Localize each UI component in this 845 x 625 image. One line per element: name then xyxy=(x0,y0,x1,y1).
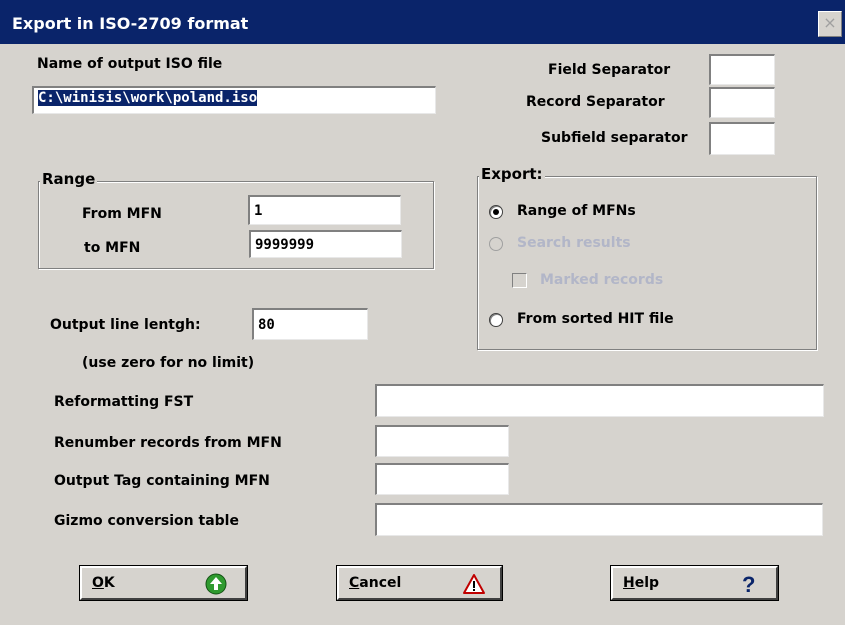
ok-button-label: OK xyxy=(92,575,115,591)
window-title: Export in ISO-2709 format xyxy=(12,14,249,33)
help-button-label: Help xyxy=(623,575,660,591)
export-iso-dialog: Export in ISO-2709 format × Name of outp… xyxy=(0,0,845,625)
marked-records-checkbox xyxy=(512,273,527,288)
subfield-separator-label: Subfield separator xyxy=(541,130,688,146)
subfield-separator-input[interactable] xyxy=(709,122,775,155)
sorted-hit-file-radio[interactable] xyxy=(489,313,503,327)
field-separator-input[interactable] xyxy=(709,54,775,85)
output-line-length-input[interactable] xyxy=(252,308,368,340)
output-file-value: C:\winisis\work\poland.iso xyxy=(38,90,258,106)
gizmo-table-input[interactable] xyxy=(375,503,823,536)
warning-triangle-icon xyxy=(463,574,485,594)
close-icon: × xyxy=(823,13,837,32)
export-legend: Export: xyxy=(479,165,545,183)
search-results-radio xyxy=(489,237,503,251)
from-mfn-input[interactable] xyxy=(248,195,401,225)
help-button[interactable]: Help ? xyxy=(610,565,779,601)
to-mfn-label: to MFN xyxy=(84,240,141,256)
range-legend: Range xyxy=(40,170,98,188)
output-line-length-label: Output line lentgh: xyxy=(50,317,201,333)
output-file-input[interactable]: C:\winisis\work\poland.iso xyxy=(32,86,436,114)
record-separator-input[interactable] xyxy=(709,87,775,118)
ok-button[interactable]: OK xyxy=(79,565,248,601)
output-line-length-hint: (use zero for no limit) xyxy=(82,355,255,371)
to-mfn-input[interactable] xyxy=(249,230,402,258)
from-mfn-label: From MFN xyxy=(82,206,162,222)
close-button[interactable]: × xyxy=(818,11,842,37)
marked-records-label: Marked records xyxy=(540,272,664,288)
range-of-mfns-radio[interactable] xyxy=(489,205,503,219)
field-separator-label: Field Separator xyxy=(548,62,671,78)
cancel-button[interactable]: Cancel xyxy=(336,565,503,601)
output-tag-input[interactable] xyxy=(375,463,509,495)
question-mark-icon: ? xyxy=(742,572,755,596)
cancel-button-label: Cancel xyxy=(349,575,402,591)
search-results-label: Search results xyxy=(517,235,631,251)
sorted-hit-file-label[interactable]: From sorted HIT file xyxy=(517,311,674,327)
output-file-label: Name of output ISO file xyxy=(37,56,223,72)
record-separator-label: Record Separator xyxy=(526,94,665,110)
title-bar: Export in ISO-2709 format × xyxy=(0,0,845,44)
output-tag-label: Output Tag containing MFN xyxy=(54,473,270,489)
renumber-records-label: Renumber records from MFN xyxy=(54,435,282,451)
reformatting-fst-input[interactable] xyxy=(375,384,824,417)
green-up-arrow-icon xyxy=(205,573,227,595)
renumber-records-input[interactable] xyxy=(375,425,509,457)
gizmo-table-label: Gizmo conversion table xyxy=(54,513,239,529)
svg-text:?: ? xyxy=(742,572,755,596)
reformatting-fst-label: Reformatting FST xyxy=(54,394,194,410)
range-of-mfns-label[interactable]: Range of MFNs xyxy=(517,203,636,219)
